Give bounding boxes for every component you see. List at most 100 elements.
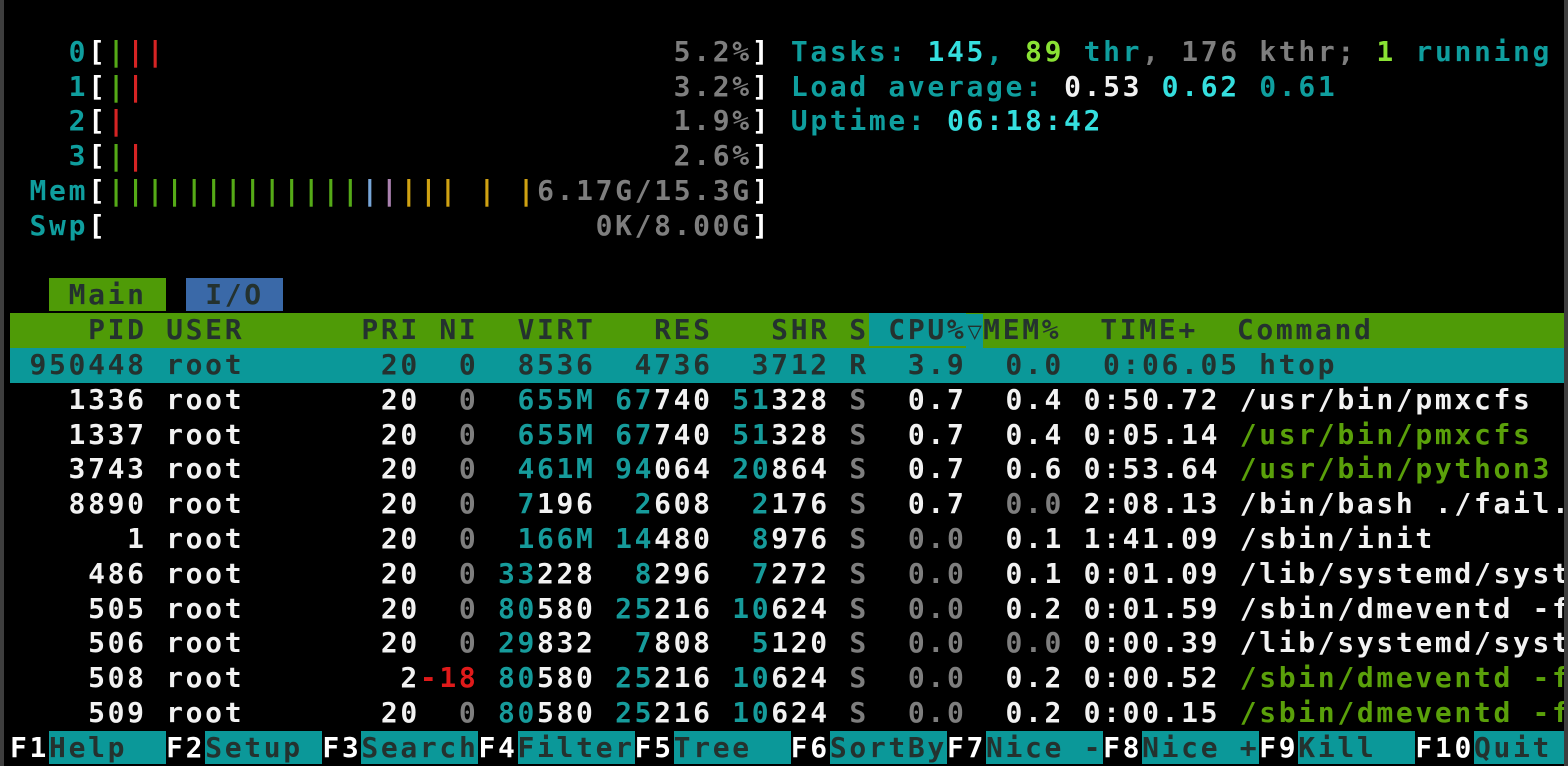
process-row-8890[interactable]: 8890 root 20 0 7196 2608 2176 S 0.7 0.0 … xyxy=(10,487,1564,522)
fn-label-help[interactable]: Help xyxy=(49,731,166,764)
text-segment: 624 xyxy=(771,592,830,625)
text-segment: 33 xyxy=(498,557,537,590)
fn-label-nice-minus[interactable]: Nice - xyxy=(986,731,1103,764)
text-segment: 0.4 xyxy=(986,383,1064,416)
text-segment: | xyxy=(108,35,128,68)
text-segment: 0 xyxy=(420,418,479,451)
text-segment: 0:05.14 xyxy=(1064,418,1240,451)
process-row-509[interactable]: 509 root 20 0 80580 25216 10624 S 0.0 0.… xyxy=(10,696,1564,731)
text-segment: | xyxy=(127,70,147,103)
text-segment: 1337 root 20 xyxy=(10,418,420,451)
fn-key-f2[interactable]: F2 xyxy=(166,731,205,764)
fn-label-sortby[interactable]: SortBy xyxy=(830,731,947,764)
text-segment: 80 xyxy=(498,592,537,625)
text-segment: 8 xyxy=(635,557,655,590)
text-segment: 8 xyxy=(752,522,772,555)
text-segment: ] xyxy=(752,139,772,172)
text-segment: 0.0 xyxy=(888,696,986,729)
text-segment: /usr/bin/python3 /u xyxy=(1240,452,1564,485)
text-segment: S xyxy=(830,522,889,555)
fn-key-f8[interactable]: F8 xyxy=(1103,731,1142,764)
text-segment: 064 xyxy=(654,452,732,485)
column-headers-left[interactable]: PID USER PRI NI VIRT RES SHR S xyxy=(10,313,869,346)
fn-label-search[interactable]: Search xyxy=(361,731,478,764)
tasks-count: 145 xyxy=(927,35,986,68)
text-segment xyxy=(108,209,596,242)
text-segment: /sbin/dmeventd -f xyxy=(1240,592,1564,625)
text-segment: 580 xyxy=(537,661,615,694)
text-segment: 216 xyxy=(654,592,732,625)
text-segment: ||||||||||||| xyxy=(108,174,362,207)
text-segment: 608 xyxy=(654,487,752,520)
text-segment: S xyxy=(830,661,889,694)
process-row-486[interactable]: 486 root 20 0 33228 8296 7272 S 0.0 0.1 … xyxy=(10,557,1564,592)
text-segment: Mem xyxy=(30,174,89,207)
text-segment: 0.0 xyxy=(888,626,986,659)
text-segment xyxy=(478,592,498,625)
text-segment: 508 root 2 xyxy=(10,661,420,694)
fn-key-f10[interactable]: F10 xyxy=(1415,731,1474,764)
tab-io[interactable]: I/O xyxy=(186,278,284,311)
text-segment xyxy=(478,557,498,590)
process-row-508[interactable]: 508 root 2-18 80580 25216 10624 S 0.0 0.… xyxy=(10,661,1564,696)
fn-key-f5[interactable]: F5 xyxy=(635,731,674,764)
process-row-506[interactable]: 506 root 20 0 29832 7808 5120 S 0.0 0.0 … xyxy=(10,626,1564,661)
fn-label-nice-plus[interactable]: Nice + xyxy=(1142,731,1259,764)
text-segment: /usr/bin/pmxcfs xyxy=(1240,383,1533,416)
text-segment: ] xyxy=(752,104,772,137)
text-segment: 0:00.52 xyxy=(1064,661,1240,694)
text-segment: 228 xyxy=(537,557,635,590)
process-row-1[interactable]: 1 root 20 0 166M 14480 8976 S 0.0 0.1 1:… xyxy=(10,522,1564,557)
fn-label-tree[interactable]: Tree xyxy=(674,731,791,764)
fn-key-f7[interactable]: F7 xyxy=(947,731,986,764)
fn-key-f4[interactable]: F4 xyxy=(478,731,517,764)
text-segment xyxy=(478,696,498,729)
text-segment xyxy=(771,104,791,137)
fn-label-filter[interactable]: Filter xyxy=(518,731,635,764)
text-segment: 0.0 xyxy=(888,557,986,590)
text-segment: S xyxy=(830,696,889,729)
tab-main[interactable]: Main xyxy=(49,278,166,311)
column-headers-right[interactable]: MEM% TIME+ Command xyxy=(983,313,1373,346)
text-segment: 2.6% xyxy=(674,139,752,172)
fn-key-f1[interactable]: F1 xyxy=(10,731,49,764)
text-segment: 216 xyxy=(654,661,732,694)
fn-label-setup[interactable]: Setup xyxy=(205,731,322,764)
fn-label-kill[interactable]: Kill xyxy=(1298,731,1415,764)
fn-key-f6[interactable]: F6 xyxy=(791,731,830,764)
text-segment: 0.0 xyxy=(888,592,986,625)
process-row-1336[interactable]: 1336 root 20 0 655M 67740 51328 S 0.7 0.… xyxy=(10,383,1564,418)
text-segment: 120 xyxy=(771,626,830,659)
fn-label-quit[interactable]: Quit xyxy=(1474,731,1564,764)
process-row-1337[interactable]: 1337 root 20 0 655M 67740 51328 S 0.7 0.… xyxy=(10,418,1564,453)
text-segment: 0 xyxy=(420,696,479,729)
process-row-505[interactable]: 505 root 20 0 80580 25216 10624 S 0.0 0.… xyxy=(10,592,1564,627)
process-row-950448-selected[interactable]: 950448 root 20 0 8536 4736 3712 R 3.9 0.… xyxy=(10,348,1564,383)
text-segment: | xyxy=(127,35,147,68)
text-segment: 655M xyxy=(517,418,595,451)
text-segment: 10 xyxy=(732,661,771,694)
text-segment: ||| xyxy=(400,174,459,207)
text-segment xyxy=(498,174,518,207)
text-segment: 1 xyxy=(69,70,89,103)
text-segment: 20 xyxy=(732,452,771,485)
text-segment: 0 xyxy=(69,35,89,68)
text-segment: 0.0 xyxy=(888,522,986,555)
text-segment: 0 xyxy=(420,487,479,520)
text-segment: | xyxy=(108,139,128,172)
text-segment: 0.6 xyxy=(986,452,1064,485)
column-header-cpu-sorted[interactable]: CPU% xyxy=(869,313,967,346)
text-segment xyxy=(147,70,674,103)
fn-key-f9[interactable]: F9 xyxy=(1259,731,1298,764)
function-key-bar[interactable]: F1Help F2Setup F3SearchF4FilterF5Tree F6… xyxy=(10,731,1564,766)
text-segment xyxy=(166,35,673,68)
fn-key-f3[interactable]: F3 xyxy=(322,731,361,764)
text-segment: 216 xyxy=(654,696,732,729)
text-segment: 832 xyxy=(537,626,635,659)
text-segment: /lib/systemd/system xyxy=(1240,626,1564,659)
table-header[interactable]: PID USER PRI NI VIRT RES SHR S CPU%▽MEM%… xyxy=(10,313,1564,348)
process-row-3743[interactable]: 3743 root 20 0 461M 94064 20864 S 0.7 0.… xyxy=(10,452,1564,487)
text-segment: 0:00.39 xyxy=(1064,626,1240,659)
text-segment: 506 root 20 xyxy=(10,626,420,659)
text-segment: | xyxy=(147,35,167,68)
